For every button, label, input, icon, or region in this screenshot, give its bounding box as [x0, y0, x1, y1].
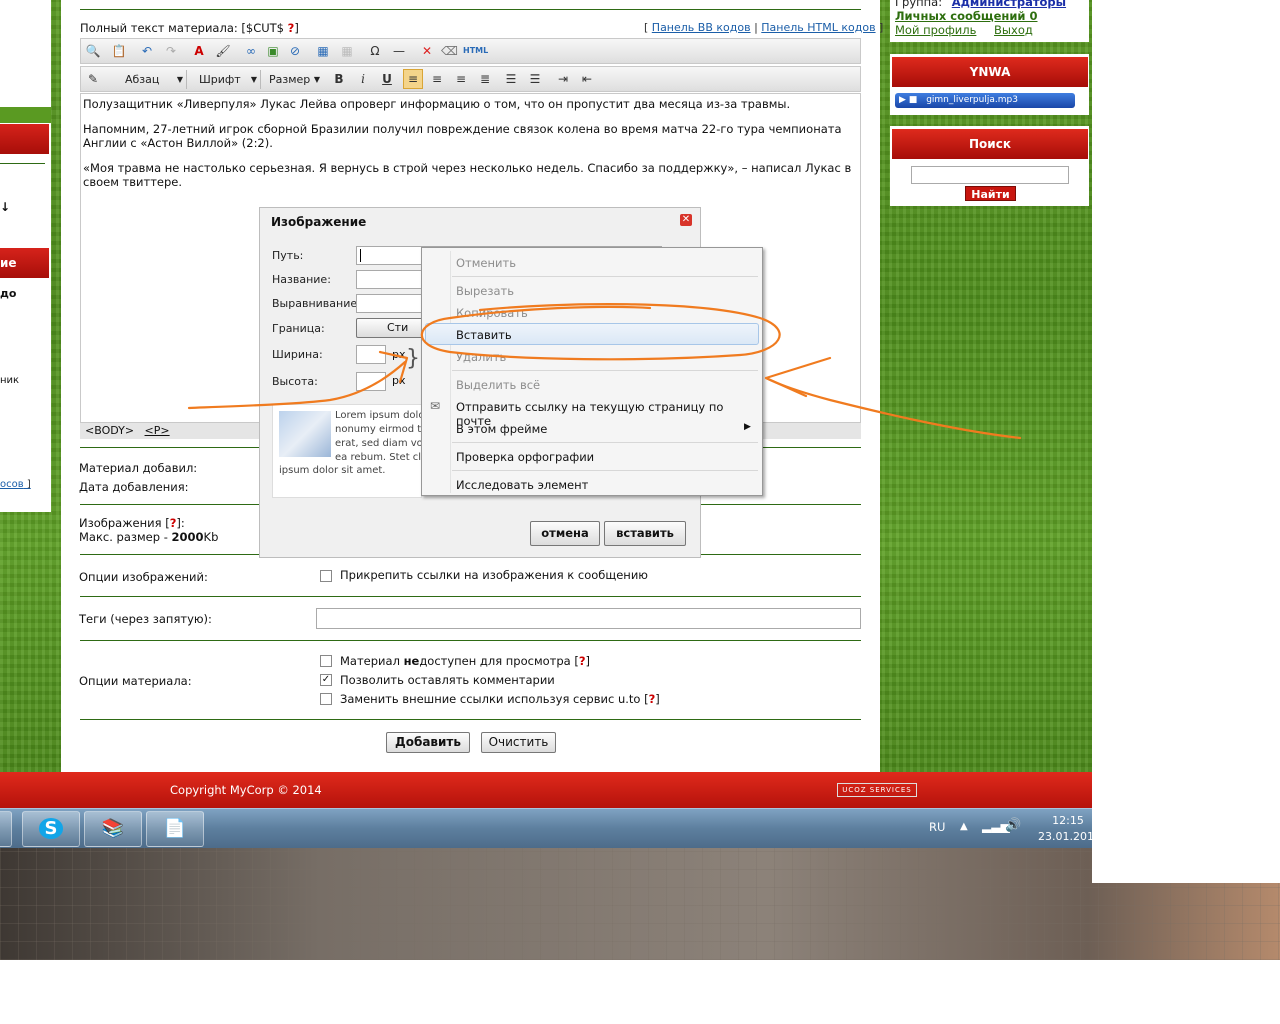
annotation-arrow-left: [187, 360, 407, 410]
annotation-ellipse: [420, 303, 781, 361]
annotation-overlay: [187, 303, 1022, 440]
annotation-arrow-right: [764, 376, 1022, 440]
